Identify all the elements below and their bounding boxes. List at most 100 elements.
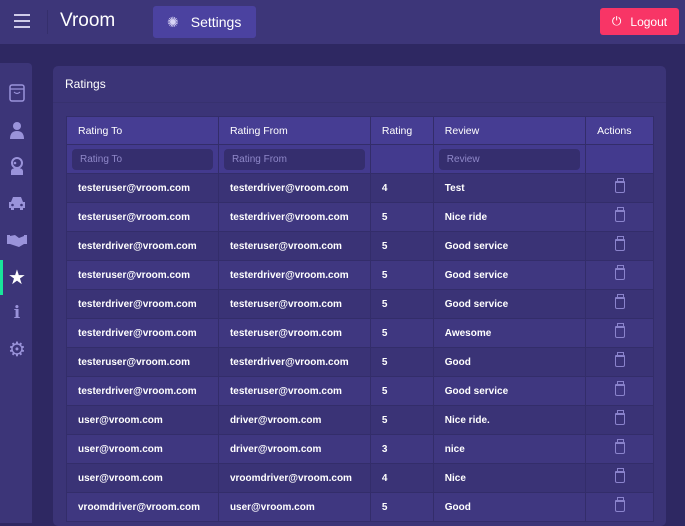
divider [47, 10, 48, 34]
review-filter-input[interactable] [438, 148, 581, 170]
hamburger-menu-icon[interactable] [14, 14, 30, 28]
delete-trash-icon[interactable] [614, 409, 625, 425]
actions-cell [585, 260, 654, 290]
rating-from-cell: testeruser@vroom.com [217, 231, 371, 261]
filter-cell [66, 144, 219, 174]
review-cell: Good service [432, 376, 587, 406]
review-cell: Good service [432, 231, 587, 261]
table-row: user@vroom.com vroomdriver@vroom.com 4 Nice [66, 463, 654, 493]
rating-from-filter-input[interactable] [223, 148, 365, 170]
rating-from-cell: testerdriver@vroom.com [217, 260, 371, 290]
rating-to-cell: testerdriver@vroom.com [66, 376, 219, 406]
delete-trash-icon[interactable] [614, 438, 625, 454]
sidebar: ★ i ⚙ [0, 63, 32, 523]
power-icon: ⏻ [611, 14, 622, 28]
table-row: testeruser@vroom.com testerdriver@vroom.c… [66, 173, 654, 203]
rating-from-cell: driver@vroom.com [217, 434, 371, 464]
rating-from-cell: testerdriver@vroom.com [217, 202, 371, 232]
delete-trash-icon[interactable] [614, 380, 625, 396]
active-indicator [0, 260, 3, 295]
logout-label: Logout [630, 14, 668, 29]
column-header-rating-from[interactable]: Rating From [217, 116, 371, 145]
handshake-icon[interactable] [6, 229, 28, 251]
rating-cell: 5 [369, 318, 434, 348]
delete-trash-icon[interactable] [614, 264, 625, 280]
card-title: Ratings [65, 77, 106, 91]
car-icon[interactable] [6, 192, 28, 214]
delete-trash-icon[interactable] [614, 351, 625, 367]
star-icon[interactable]: ★ [6, 266, 28, 289]
rating-from-cell: testeruser@vroom.com [217, 318, 371, 348]
table-row: testerdriver@vroom.com testeruser@vroom.c… [66, 318, 654, 348]
rating-cell: 5 [369, 347, 434, 377]
rating-from-cell: testeruser@vroom.com [217, 376, 371, 406]
actions-cell [585, 318, 654, 348]
column-header-review[interactable]: Review [432, 116, 587, 145]
column-header-rating[interactable]: Rating [369, 116, 434, 145]
delete-trash-icon[interactable] [614, 235, 625, 251]
gear-icon[interactable]: ⚙ [6, 338, 28, 361]
top-bar: Vroom ✺ Settings ⏻ Logout [0, 0, 685, 44]
table-row: testerdriver@vroom.com testeruser@vroom.c… [66, 289, 654, 319]
rating-cell: 5 [369, 202, 434, 232]
rating-to-cell: testerdriver@vroom.com [66, 289, 219, 319]
shopping-bag-icon[interactable] [6, 82, 28, 104]
ratings-card: Ratings Rating To Rating From Rating Rev… [53, 66, 666, 526]
delete-trash-icon[interactable] [614, 293, 625, 309]
rating-from-cell: testerdriver@vroom.com [217, 173, 371, 203]
table-row: user@vroom.com driver@vroom.com 3 nice [66, 434, 654, 464]
filter-cell [432, 144, 587, 174]
filter-cell [369, 144, 434, 174]
review-cell: Awesome [432, 318, 587, 348]
rating-cell: 3 [369, 434, 434, 464]
settings-label: Settings [190, 14, 242, 30]
review-cell: Nice ride [432, 202, 587, 232]
rating-to-cell: testerdriver@vroom.com [66, 318, 219, 348]
review-cell: Good [432, 347, 587, 377]
user-icon[interactable] [6, 119, 28, 141]
actions-cell [585, 376, 654, 406]
logout-button[interactable]: ⏻ Logout [600, 8, 679, 35]
column-header-rating-to[interactable]: Rating To [66, 116, 219, 145]
table-row: testeruser@vroom.com testerdriver@vroom.c… [66, 347, 654, 377]
divider [53, 102, 666, 103]
actions-cell [585, 405, 654, 435]
delete-trash-icon[interactable] [614, 467, 625, 483]
table-row: testerdriver@vroom.com testeruser@vroom.c… [66, 231, 654, 261]
review-cell: nice [432, 434, 587, 464]
review-cell: Good [432, 492, 587, 522]
rating-from-cell: testerdriver@vroom.com [217, 347, 371, 377]
table-row: testerdriver@vroom.com testeruser@vroom.c… [66, 376, 654, 406]
filter-cell [217, 144, 371, 174]
info-icon[interactable]: i [6, 302, 28, 324]
settings-button[interactable]: ✺ Settings [153, 6, 256, 38]
delete-trash-icon[interactable] [614, 177, 625, 193]
actions-cell [585, 347, 654, 377]
rating-to-cell: testeruser@vroom.com [66, 260, 219, 290]
rating-to-cell: user@vroom.com [66, 463, 219, 493]
rating-to-filter-input[interactable] [72, 148, 213, 170]
rating-cell: 5 [369, 405, 434, 435]
driver-icon[interactable] [6, 155, 28, 177]
delete-trash-icon[interactable] [614, 496, 625, 512]
actions-cell [585, 202, 654, 232]
rating-from-cell: user@vroom.com [217, 492, 371, 522]
rating-to-cell: testeruser@vroom.com [66, 202, 219, 232]
column-header-actions: Actions [585, 116, 654, 145]
rating-cell: 5 [369, 376, 434, 406]
delete-trash-icon[interactable] [614, 322, 625, 338]
ratings-table: Rating To Rating From Rating Review Acti… [66, 116, 654, 522]
actions-cell [585, 289, 654, 319]
delete-trash-icon[interactable] [614, 206, 625, 222]
rating-to-cell: vroomdriver@vroom.com [66, 492, 219, 522]
rating-cell: 5 [369, 289, 434, 319]
actions-cell [585, 492, 654, 522]
review-cell: Nice ride. [432, 405, 587, 435]
table-row: testeruser@vroom.com testerdriver@vroom.c… [66, 202, 654, 232]
actions-cell [585, 463, 654, 493]
review-cell: Test [432, 173, 587, 203]
filter-cell [585, 144, 654, 174]
rating-from-cell: driver@vroom.com [217, 405, 371, 435]
rating-to-cell: user@vroom.com [66, 434, 219, 464]
rating-from-cell: testeruser@vroom.com [217, 289, 371, 319]
